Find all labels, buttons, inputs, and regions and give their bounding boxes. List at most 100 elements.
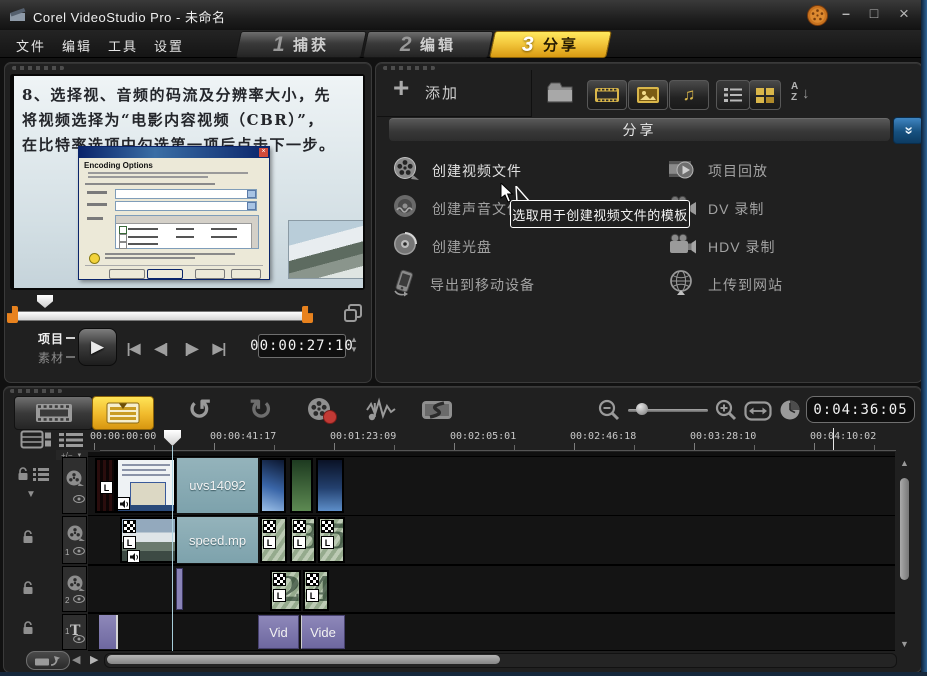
zoom-in-icon[interactable] — [714, 399, 738, 426]
link-badge: L — [123, 536, 136, 549]
overlay2-lock-icon[interactable] — [22, 581, 35, 600]
option-create-disc[interactable]: 创建光盘 — [392, 232, 492, 262]
project-duration-icon[interactable] — [779, 399, 803, 428]
timeline-view-button[interactable] — [92, 396, 154, 430]
title-clip-b[interactable]: Vide — [301, 615, 345, 649]
mouse-cursor — [500, 183, 515, 209]
corel-guide-icon[interactable] — [807, 5, 828, 31]
overlay1-lock-icon[interactable] — [22, 530, 35, 549]
menu-file[interactable]: 文件 — [16, 36, 46, 55]
next-frame-button[interactable]: |▶ — [178, 340, 204, 357]
ruler-label: 00:00:00:00 — [90, 431, 156, 442]
close-button[interactable]: × — [893, 4, 915, 24]
record-capture-icon[interactable] — [305, 396, 339, 431]
overlay-clip-main[interactable]: speed.mp — [177, 517, 258, 563]
end-button[interactable]: ▶| — [206, 340, 232, 357]
preview-timecode[interactable]: 00:00:27:10 — [258, 334, 346, 358]
ripple-edit-icon[interactable] — [33, 468, 49, 486]
overlay2-clip-sliver[interactable] — [176, 568, 183, 610]
option-export-mobile[interactable]: 导出到移动设备 — [392, 270, 535, 300]
prev-frame-button[interactable]: ◀| — [148, 340, 174, 357]
enlarge-preview-icon[interactable] — [343, 303, 363, 328]
mode-clip-label[interactable]: 素材 — [38, 349, 64, 366]
sort-button[interactable]: A Z ↓ — [788, 80, 818, 108]
eye-icon — [73, 547, 85, 555]
option-project-playback[interactable]: 项目回放 — [668, 156, 768, 186]
home-button[interactable]: |◀ — [120, 340, 146, 357]
menu-tools[interactable]: 工具 — [108, 36, 138, 55]
show-videos-button[interactable] — [587, 80, 627, 110]
playhead-line[interactable] — [172, 446, 173, 651]
dialog-close-icon: × — [259, 148, 268, 157]
overlay2-track-header[interactable]: 2 — [62, 566, 87, 612]
minimize-button[interactable]: – — [835, 5, 857, 21]
eye-icon — [73, 495, 85, 503]
ripple-lock-icon[interactable] — [17, 467, 30, 486]
menu-settings[interactable]: 设置 — [154, 36, 184, 55]
project-end-marker — [833, 428, 834, 450]
link-badge: L — [100, 481, 113, 494]
scroll-left-arrow[interactable]: ◀ — [72, 653, 80, 666]
video-clip-3[interactable] — [290, 458, 313, 513]
link-badge: L — [321, 536, 334, 549]
plus-icon: + — [393, 72, 409, 104]
play-button[interactable]: ▶ — [78, 328, 117, 366]
gutter-expand-icon[interactable]: ▼ — [26, 489, 36, 500]
tab-share[interactable]: 3 分享 — [489, 31, 612, 58]
overlay1-track-header[interactable]: 1 — [62, 516, 87, 564]
video-clip-4[interactable] — [316, 458, 344, 513]
menu-edit[interactable]: 编辑 — [62, 36, 92, 55]
zoom-slider-knob[interactable] — [636, 403, 648, 415]
instant-project-icon[interactable] — [420, 397, 456, 428]
list-view-button[interactable] — [716, 80, 750, 110]
video-track-header[interactable] — [62, 457, 87, 514]
maximize-button[interactable]: □ — [863, 5, 885, 21]
ruler-label: 00:04:10:02 — [810, 431, 876, 442]
scroll-up-arrow[interactable]: ▲ — [900, 458, 909, 468]
title-lock-icon[interactable] — [22, 621, 35, 640]
video-clip-2[interactable] — [260, 458, 286, 513]
undo-button[interactable]: ↺ — [188, 393, 211, 426]
scroll-thumb-vertical[interactable] — [900, 478, 909, 580]
timeline-ruler[interactable]: 00:00:00:00 00:00:41:17 00:01:23:09 00:0… — [88, 428, 896, 451]
sound-mixer-icon[interactable] — [363, 396, 399, 429]
timeline-timecode[interactable]: 0:04:36:05 — [806, 396, 915, 423]
browse-folder-icon[interactable] — [546, 80, 576, 111]
zoom-slider[interactable] — [628, 407, 708, 413]
tracks-scrollbar-vertical[interactable]: ▲ ▼ — [897, 456, 913, 651]
tab-edit[interactable]: 2 编辑 — [362, 31, 494, 58]
video-clip-main[interactable]: uvs14092 — [177, 458, 258, 513]
show-photos-button[interactable] — [628, 80, 668, 110]
storyboard-view-button[interactable] — [14, 396, 93, 430]
zoom-out-icon[interactable] — [597, 399, 621, 426]
tab-capture[interactable]: 1 捕获 — [235, 31, 367, 58]
scroll-right-arrow[interactable]: ▶ — [90, 653, 98, 666]
tracks-scrollbar-horizontal[interactable] — [104, 653, 897, 668]
scroll-timeline-toggle[interactable] — [26, 651, 70, 670]
add-label: 添加 — [425, 82, 459, 103]
option-hdv-record[interactable]: HDV 录制 — [668, 232, 775, 262]
title-track-header[interactable]: 1 T — [62, 614, 87, 650]
sound-disc-icon — [392, 193, 420, 226]
add-button[interactable]: + 添加 — [377, 70, 532, 117]
playback-icon — [668, 156, 696, 187]
slide-dialog-image: × Encoding Options — [78, 146, 270, 280]
fit-project-icon[interactable] — [744, 401, 772, 426]
camcorder-icon — [668, 233, 696, 262]
redo-button[interactable]: ↻ — [249, 393, 272, 426]
scroll-thumb-horizontal[interactable] — [107, 655, 500, 664]
timecode-spinner[interactable]: ▲ ▼ — [348, 334, 360, 356]
show-audio-button[interactable]: ♫ — [669, 80, 709, 110]
mode-project-label[interactable]: 项目 — [38, 330, 64, 347]
preview-scrub-bar[interactable] — [16, 311, 306, 321]
track-manager-icon[interactable] — [20, 430, 52, 454]
title-clip-a[interactable]: Vid — [258, 615, 299, 649]
option-upload-web[interactable]: 上传到网站 — [668, 270, 783, 300]
option-create-video[interactable]: 创建视频文件 — [392, 156, 522, 186]
title-clip-small[interactable] — [99, 615, 118, 649]
ruler-label: 00:00:41:17 — [210, 431, 276, 442]
thumbnail-view-button[interactable] — [749, 80, 781, 110]
scroll-down-arrow[interactable]: ▼ — [900, 639, 909, 649]
collapse-panel-button[interactable]: « — [893, 117, 923, 144]
title-bar: Corel VideoStudio Pro - 未命名 – □ × — [0, 0, 927, 31]
